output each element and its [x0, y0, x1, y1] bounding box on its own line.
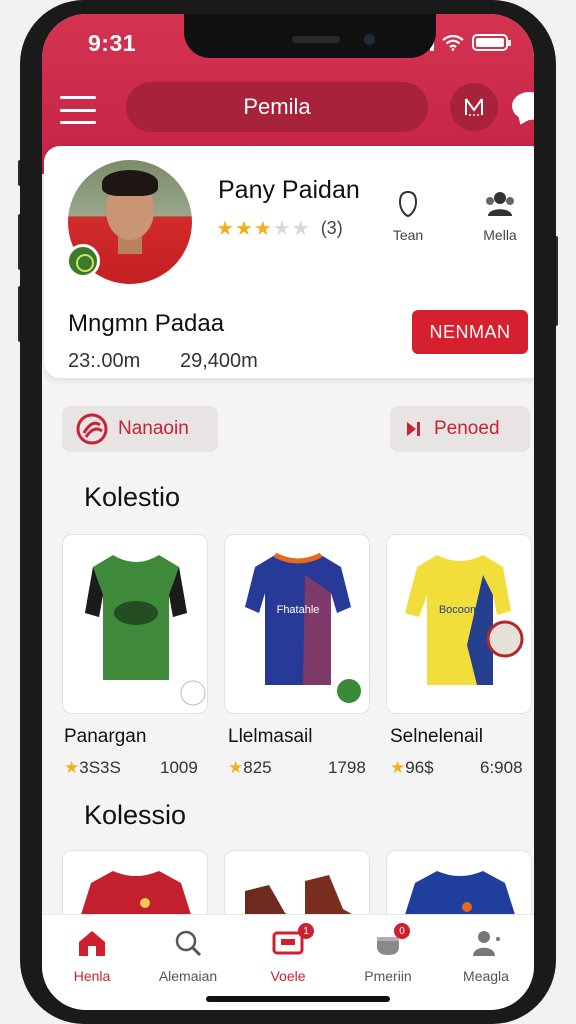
product-rating: ★3S3S — [64, 758, 121, 777]
chip-right[interactable]: Penoed — [390, 406, 530, 452]
chevron-right-icon[interactable] — [529, 489, 534, 509]
star-icon: ★ — [228, 758, 244, 777]
phone-frame: 9:31 Pemila Pany Paidan ★ ★ ★ ★ ★ (3) Te… — [20, 0, 556, 1024]
yellow-jersey-image: Bocoom — [405, 555, 524, 685]
product-rating: ★825 — [228, 758, 272, 777]
search-pill-label: Pemila — [243, 94, 311, 119]
section-title-collection: Kolestio — [84, 482, 181, 512]
tab-search-label: Alemaian — [158, 968, 218, 984]
tab-search[interactable]: Alemaian — [146, 929, 230, 984]
profile-name: Pany Paidan — [218, 176, 360, 204]
battery-icon — [472, 34, 511, 51]
app-screen: 9:31 Pemila Pany Paidan ★ ★ ★ ★ ★ (3) Te… — [42, 14, 534, 1010]
star-icon: ★ — [64, 758, 80, 777]
notch — [184, 14, 436, 58]
product-card[interactable] — [62, 534, 208, 714]
chip-right-label: Penoed — [434, 418, 500, 439]
filter-icon — [465, 98, 483, 116]
tab-profile-label: Meagla — [463, 968, 509, 984]
star-icon: ★ — [390, 758, 406, 777]
product-count: 6:908 — [480, 758, 523, 777]
tab-home[interactable]: Henla — [50, 929, 134, 984]
skip-icon — [407, 422, 420, 436]
search-pill[interactable]: Pemila — [126, 82, 428, 132]
stat-members-label: Mella — [483, 227, 517, 243]
cart-badge: 1 — [298, 923, 314, 939]
chat-button[interactable]: 2 — [512, 86, 534, 126]
home-icon — [79, 931, 105, 956]
chip-left[interactable]: Nanaoin — [62, 406, 218, 452]
stat-value-b: 29,400m — [180, 350, 258, 372]
stat-value-a: 23:.00m — [68, 350, 141, 372]
tab-notifications-label: Pmeriin — [364, 968, 412, 984]
blue-jersey-image: Fhatahle — [245, 552, 363, 705]
notifications-badge: 0 — [394, 923, 410, 939]
stat-members[interactable]: Mella — [470, 190, 530, 243]
status-time: 9:31 — [88, 30, 137, 56]
search-icon — [175, 930, 202, 957]
stat-team[interactable]: Tean — [378, 190, 438, 243]
chevron-right-icon[interactable] — [529, 807, 534, 827]
menu-button[interactable] — [60, 96, 96, 124]
user-icon — [473, 931, 500, 956]
rating-stars: ★ ★ ★ ★ ★ (3) — [216, 218, 343, 240]
jersey-text: Bocoom — [439, 604, 479, 616]
shield-icon — [398, 190, 418, 218]
club-badge-icon — [66, 244, 100, 278]
team-name: Mngmn Padaa — [68, 310, 225, 337]
product-card[interactable]: Bocoom — [386, 534, 532, 714]
chip-left-label: Nanaoin — [118, 418, 189, 439]
spiral-logo-icon — [76, 413, 108, 445]
tab-profile[interactable]: Meagla — [444, 929, 528, 984]
product-title: Panargan — [64, 726, 147, 747]
product-count: 1009 — [160, 758, 198, 777]
jersey-text: Fhatahle — [277, 604, 320, 616]
users-icon — [486, 192, 514, 216]
product-title: Llelmasail — [228, 726, 313, 747]
primary-action-button[interactable]: NENMAN — [412, 310, 528, 354]
product-title: Selnelenail — [390, 726, 483, 747]
tab-cart[interactable]: 1 Voele — [246, 923, 330, 984]
rating-count: (3) — [320, 218, 343, 238]
filter-button[interactable] — [450, 83, 498, 131]
stat-team-label: Tean — [392, 227, 424, 243]
product-rating: ★96$ — [390, 758, 434, 777]
product-card[interactable]: Fhatahle — [224, 534, 370, 714]
home-indicator — [206, 996, 390, 1002]
chat-icon — [512, 92, 534, 120]
tab-home-label: Henla — [73, 968, 111, 984]
profile-card: Pany Paidan ★ ★ ★ ★ ★ (3) Tean Mella Mng… — [44, 146, 534, 378]
product-count: 1798 — [328, 758, 366, 777]
tab-cart-label: Voele — [270, 968, 306, 984]
wifi-icon — [442, 34, 464, 51]
tab-notifications[interactable]: 0 Pmeriin — [346, 923, 430, 984]
section-title-collection-2: Kolessio — [84, 800, 187, 830]
green-jersey-image — [85, 555, 206, 706]
